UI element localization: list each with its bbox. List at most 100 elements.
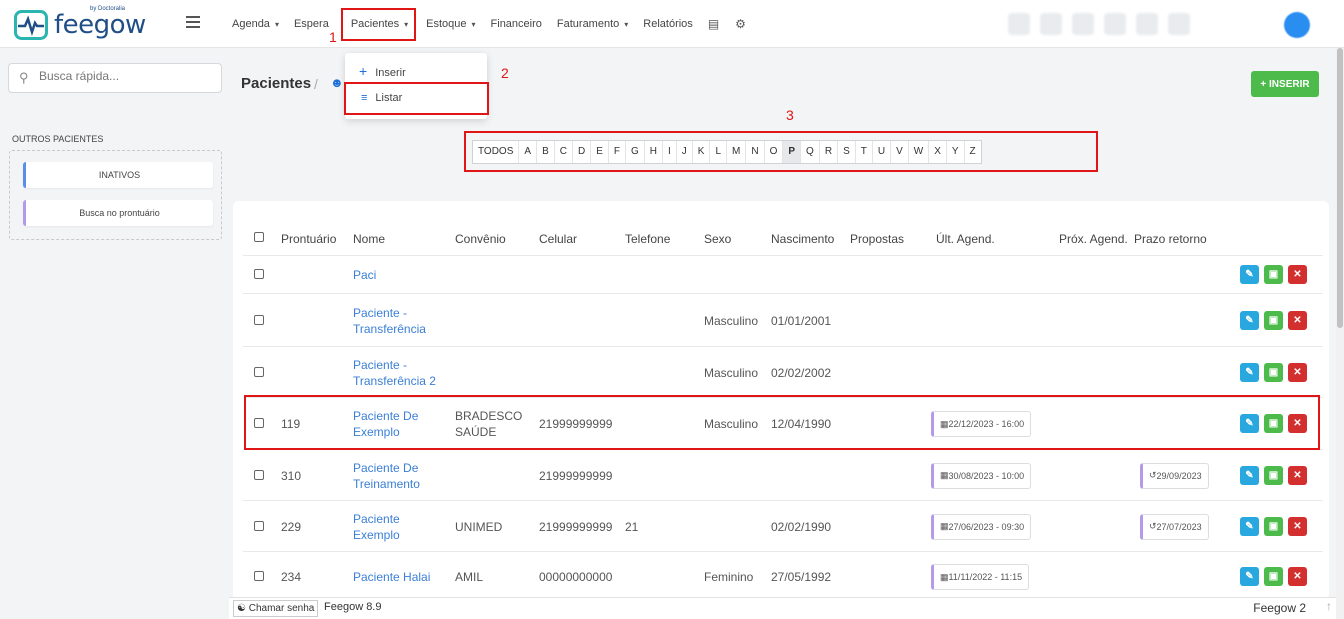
toolbar-icons [1008, 13, 1200, 35]
sexo-cell: Masculino [704, 313, 759, 328]
col-sexo-header[interactable]: Sexo [704, 232, 731, 246]
patient-name-link[interactable]: Paciente - Transferência [353, 305, 426, 337]
money-icon[interactable]: ▣ [1264, 265, 1283, 284]
row-checkbox[interactable] [254, 571, 264, 581]
user-icon[interactable]: ☻ [330, 75, 344, 90]
database-icon[interactable]: ▤ [708, 17, 719, 31]
quick-search: ⚲ [8, 63, 222, 93]
nav-agenda[interactable]: Agenda ▾ [232, 18, 279, 30]
table-row: 310 Paciente De Treinamento 21999999999 ▦ 30… [243, 449, 1323, 500]
col-prox-agend-header[interactable]: Próx. Agend. [1059, 232, 1128, 246]
convenio-cell: AMIL [455, 569, 483, 585]
edit-icon[interactable]: ✎ [1240, 265, 1259, 284]
col-telefone-header[interactable]: Telefone [625, 232, 670, 246]
table-row: Paci ✎ ▣ ✕ [243, 255, 1323, 293]
money-icon[interactable]: ▣ [1264, 362, 1283, 382]
menu-toggle-icon[interactable] [186, 16, 200, 28]
edit-icon[interactable]: ✎ [1240, 516, 1259, 536]
patient-name-link[interactable]: Paciente De Treinamento [353, 460, 420, 492]
edit-icon[interactable]: ✎ [1240, 567, 1259, 586]
quick-search-input[interactable] [39, 69, 209, 83]
edit-icon[interactable]: ✎ [1240, 465, 1259, 485]
last-appointment-label: 11/11/2022 - 11:15 [948, 572, 1023, 582]
col-nascimento-header[interactable]: Nascimento [771, 232, 834, 246]
users-icon[interactable] [1136, 13, 1158, 35]
table-row: 229 Paciente Exemplo UNIMED 21999999999 21 02/… [243, 500, 1323, 551]
caret-down-icon: ▾ [404, 19, 409, 29]
money-icon[interactable]: ▣ [1264, 465, 1283, 485]
col-prazo-retorno-header[interactable]: Prazo retorno [1134, 232, 1207, 246]
delete-icon[interactable]: ✕ [1288, 516, 1307, 536]
celular-cell: 21999999999 [539, 468, 613, 483]
annotation-2: 2 [501, 65, 509, 81]
nav-pacientes[interactable]: Pacientes ▾ [340, 7, 417, 41]
inactive-patients-button[interactable]: INATIVOS [23, 162, 213, 188]
delete-icon[interactable]: ✕ [1288, 310, 1307, 330]
insert-patient-button[interactable]: + INSERIR [1251, 71, 1319, 97]
top-navbar: by Doctoralia feegow Agenda ▾ Espera Paci… [0, 0, 1344, 48]
cell-line: UNIMED [455, 519, 503, 534]
col-celular-header[interactable]: Celular [539, 232, 577, 246]
call-ticket-button[interactable]: ☯ Chamar senha [233, 600, 319, 617]
patient-name-link[interactable]: Paciente Halai [353, 569, 430, 585]
nascimento-cell: 02/02/2002 [771, 365, 832, 380]
nascimento-cell: 02/02/1990 [771, 519, 832, 534]
calendar-icon: ▦ [940, 521, 949, 531]
row-checkbox[interactable] [254, 520, 264, 531]
chat-icon[interactable] [1072, 13, 1094, 35]
user-avatar[interactable] [1284, 12, 1310, 38]
celular-cell: 00000000000 [539, 570, 613, 584]
delete-icon[interactable]: ✕ [1288, 567, 1307, 586]
nav-financeiro[interactable]: Financeiro [491, 18, 542, 30]
edit-icon[interactable]: ✎ [1240, 310, 1259, 330]
last-appointment-badge[interactable]: ▦ 27/06/2023 - 09:30 [931, 513, 1032, 540]
delete-icon[interactable]: ✕ [1288, 465, 1307, 485]
video-icon[interactable] [1040, 13, 1062, 35]
return-deadline-badge[interactable]: ↺ 27/07/2023 [1140, 513, 1209, 540]
annotation-box-alphabet [464, 131, 1098, 172]
patient-name-link[interactable]: Paciente - Transferência 2 [353, 357, 436, 389]
scrollbar[interactable] [1336, 48, 1344, 619]
money-icon[interactable]: ▣ [1264, 567, 1283, 586]
annotation-box-listar [344, 82, 489, 115]
col-prontuario-header[interactable]: Prontuário [281, 232, 336, 246]
nav-estoque[interactable]: Estoque ▾ [426, 18, 475, 30]
search-icon: ⚲ [19, 70, 29, 85]
col-ult-agend-header[interactable]: Últ. Agend. [936, 232, 995, 246]
edit-icon[interactable]: ✎ [1240, 362, 1259, 382]
delete-icon[interactable]: ✕ [1288, 362, 1307, 382]
patient-name-link[interactable]: Paciente Exemplo [353, 511, 400, 543]
money-icon[interactable]: ▣ [1264, 516, 1283, 536]
row-checkbox[interactable] [254, 314, 264, 325]
col-nome-header[interactable]: Nome [353, 232, 385, 246]
nav-relatorios[interactable]: Relatórios [643, 18, 693, 30]
plus-icon: + [359, 63, 368, 79]
nav-espera[interactable]: Espera [294, 18, 329, 30]
return-deadline-badge[interactable]: ↺ 29/09/2023 [1140, 462, 1209, 489]
nav-faturamento[interactable]: Faturamento ▾ [557, 18, 628, 30]
cell-line: Paciente [353, 511, 400, 526]
settings-icon[interactable]: ⚙ [735, 17, 746, 31]
arrow-up-icon[interactable]: ↑ [1326, 599, 1332, 613]
search-records-button[interactable]: Busca no prontuário [23, 200, 213, 226]
grid-icon[interactable] [1168, 13, 1190, 35]
last-appointment-badge[interactable]: ▦ 11/11/2022 - 11:15 [931, 564, 1030, 590]
download-icon[interactable] [1104, 13, 1126, 35]
row-checkbox[interactable] [254, 366, 264, 377]
row-checkbox[interactable] [254, 269, 264, 279]
col-convenio-header[interactable]: Convênio [455, 232, 506, 246]
row-checkbox[interactable] [254, 469, 264, 480]
convenio-cell: UNIMED [455, 519, 502, 535]
cell-line: Paciente De [353, 460, 419, 475]
col-propostas-header[interactable]: Propostas [850, 232, 904, 246]
select-all-checkbox[interactable] [254, 232, 264, 242]
scrollbar-thumb[interactable] [1337, 48, 1343, 328]
menu-item-inserir[interactable]: + Inserir [359, 63, 406, 79]
last-appointment-badge[interactable]: ▦ 30/08/2023 - 10:00 [931, 462, 1032, 489]
delete-icon[interactable]: ✕ [1288, 265, 1307, 284]
tool-icon[interactable] [1008, 13, 1030, 35]
main-nav: Agenda ▾ Espera Pacientes ▾ Estoque ▾ Finan… [232, 0, 762, 48]
feegow-logo[interactable]: by Doctoralia feegow [14, 6, 164, 42]
money-icon[interactable]: ▣ [1264, 310, 1283, 330]
patient-name-link[interactable]: Paci [353, 267, 376, 283]
